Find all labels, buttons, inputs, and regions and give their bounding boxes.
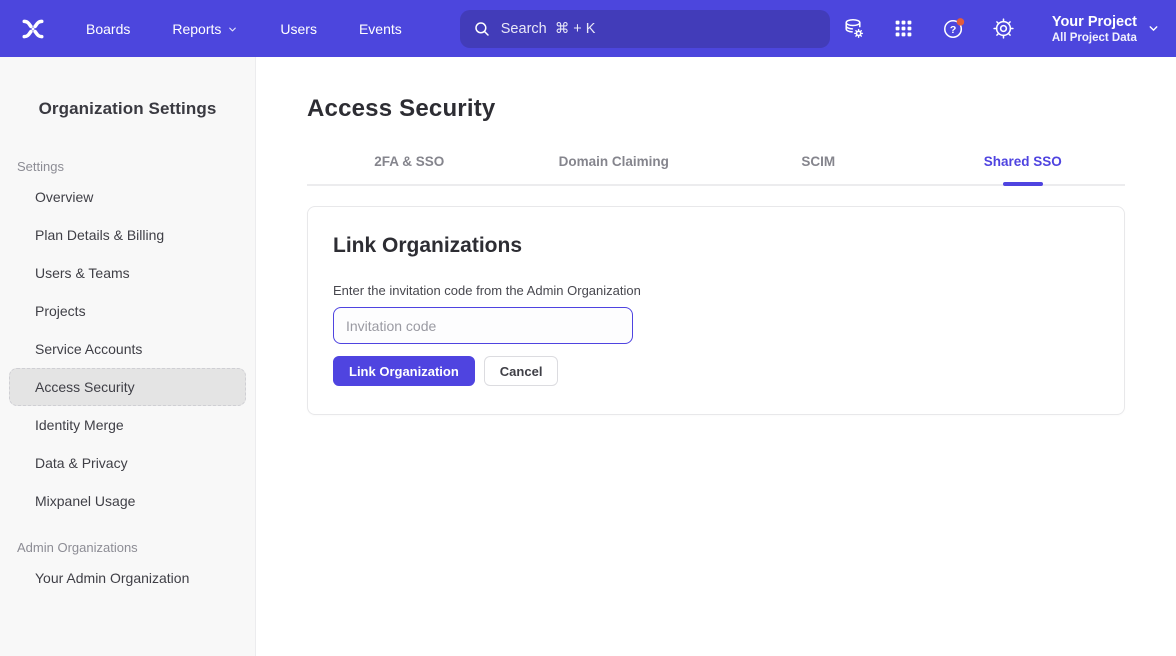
- sidebar-title: Organization Settings: [0, 99, 255, 119]
- global-search[interactable]: [460, 10, 830, 48]
- help-icon[interactable]: ?: [942, 17, 966, 41]
- tab-label: Shared SSO: [984, 154, 1062, 169]
- page-body: Organization Settings Settings Overview …: [0, 57, 1176, 656]
- navbar-right: ? Your Project All Project Data: [842, 13, 1160, 45]
- svg-text:?: ?: [950, 24, 956, 36]
- sidebar-section-settings: Settings: [17, 159, 255, 174]
- sidebar-item-overview[interactable]: Overview: [0, 178, 255, 216]
- tab-scim[interactable]: SCIM: [716, 154, 921, 184]
- nav-item-users[interactable]: Users: [280, 21, 317, 37]
- tab-bar: 2FA & SSO Domain Claiming SCIM Shared SS…: [307, 154, 1125, 186]
- sidebar-item-mixpanel-usage[interactable]: Mixpanel Usage: [0, 482, 255, 520]
- invitation-code-input[interactable]: [333, 307, 633, 344]
- settings-sidebar: Organization Settings Settings Overview …: [0, 57, 256, 656]
- nav-item-label: Boards: [86, 21, 130, 37]
- sidebar-section-admin-organizations: Admin Organizations: [17, 540, 255, 555]
- settings-gear-icon[interactable]: [992, 17, 1016, 41]
- nav-item-boards[interactable]: Boards: [86, 21, 130, 37]
- nav-item-events[interactable]: Events: [359, 21, 402, 37]
- sidebar-item-service-accounts[interactable]: Service Accounts: [0, 330, 255, 368]
- project-subtitle: All Project Data: [1052, 31, 1137, 45]
- sidebar-item-projects[interactable]: Projects: [0, 292, 255, 330]
- tab-domain-claiming[interactable]: Domain Claiming: [512, 154, 717, 184]
- nav-item-label: Users: [280, 21, 317, 37]
- invitation-code-description: Enter the invitation code from the Admin…: [333, 283, 1099, 298]
- main-content: Access Security 2FA & SSO Domain Claimin…: [256, 57, 1176, 656]
- project-name: Your Project: [1052, 13, 1137, 31]
- sidebar-item-data-privacy[interactable]: Data & Privacy: [0, 444, 255, 482]
- apps-grid-icon[interactable]: [892, 17, 916, 41]
- sidebar-item-your-admin-organization[interactable]: Your Admin Organization: [0, 559, 255, 597]
- sidebar-item-plan-details-billing[interactable]: Plan Details & Billing: [0, 216, 255, 254]
- data-management-icon[interactable]: [842, 17, 866, 41]
- card-actions: Link Organization Cancel: [333, 356, 1099, 386]
- nav-item-label: Events: [359, 21, 402, 37]
- project-text: Your Project All Project Data: [1052, 13, 1137, 45]
- sidebar-item-identity-merge[interactable]: Identity Merge: [0, 406, 255, 444]
- mixpanel-logo-icon[interactable]: [18, 14, 48, 44]
- cancel-button[interactable]: Cancel: [484, 356, 559, 386]
- sidebar-item-access-security[interactable]: Access Security: [9, 368, 246, 406]
- project-switcher[interactable]: Your Project All Project Data: [1052, 13, 1160, 45]
- sidebar-item-users-teams[interactable]: Users & Teams: [0, 254, 255, 292]
- tab-shared-sso[interactable]: Shared SSO: [921, 154, 1126, 184]
- top-navbar: Boards Reports Users Events: [0, 0, 1176, 57]
- card-title: Link Organizations: [333, 234, 1099, 258]
- nav-item-reports[interactable]: Reports: [172, 21, 238, 37]
- chevron-down-icon: [1147, 22, 1160, 35]
- tab-2fa-sso[interactable]: 2FA & SSO: [307, 154, 512, 184]
- search-icon: [473, 20, 491, 38]
- link-organization-button[interactable]: Link Organization: [333, 356, 475, 386]
- active-tab-indicator: [1003, 182, 1043, 186]
- search-input[interactable]: [501, 21, 817, 37]
- nav-item-label: Reports: [172, 21, 221, 37]
- navbar-links: Boards Reports Users Events: [86, 21, 402, 37]
- chevron-down-icon: [227, 24, 238, 35]
- page-title: Access Security: [307, 95, 1125, 123]
- link-organizations-card: Link Organizations Enter the invitation …: [307, 206, 1125, 415]
